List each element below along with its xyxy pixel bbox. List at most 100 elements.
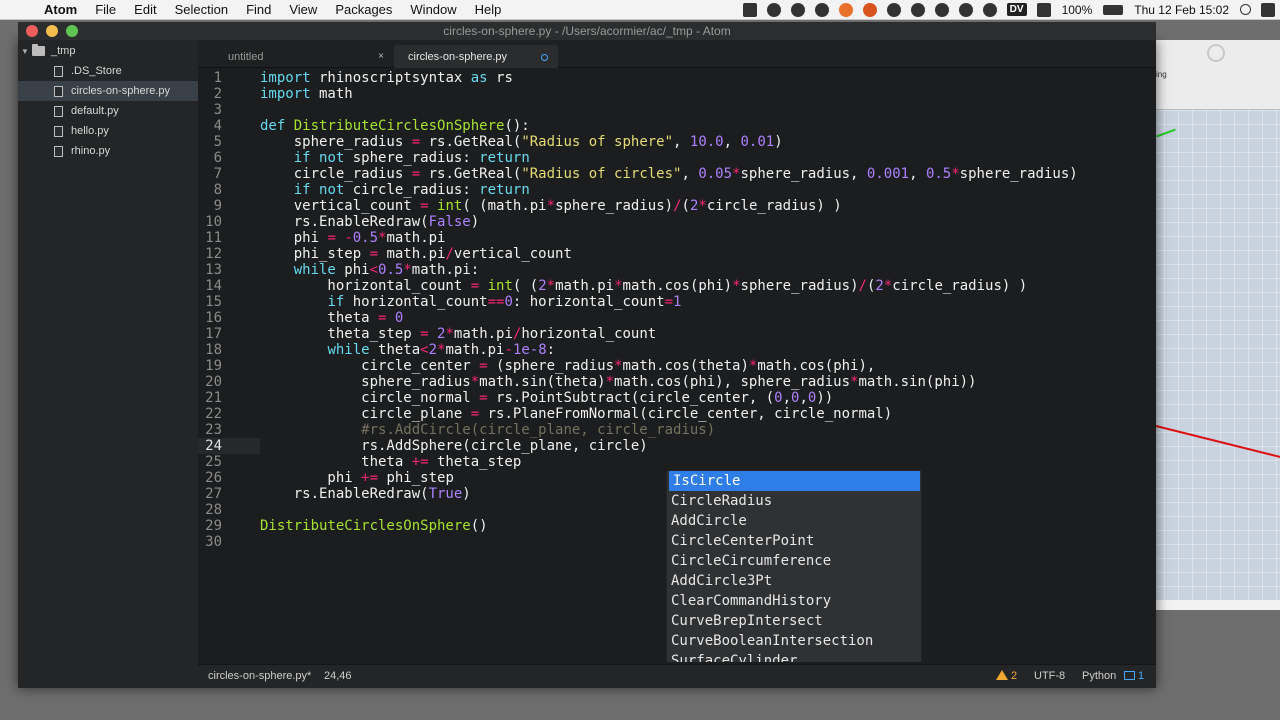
line-number[interactable]: 15 [198,294,242,310]
line-number[interactable]: 25 [198,454,242,470]
code-line[interactable]: if horizontal_count==0: horizontal_count… [260,294,681,310]
autocomplete-suggestion[interactable]: CircleCircumference [667,551,921,571]
line-number[interactable]: 4 [198,118,242,134]
code-line[interactable]: phi = -0.5*math.pi [260,230,446,246]
line-number[interactable]: 22 [198,406,242,422]
flower-icon[interactable] [838,2,853,17]
menu-view[interactable]: View [280,2,326,17]
chevron-down-icon[interactable]: ▼ [18,47,32,56]
line-number[interactable]: 10 [198,214,242,230]
line-number[interactable]: 30 [198,534,242,550]
line-number[interactable]: 12 [198,246,242,262]
code-line[interactable]: rs.AddSphere(circle_plane, circle) [260,438,648,454]
battery-icon[interactable] [1103,4,1124,15]
status-cursor-position[interactable]: 24,46 [324,670,352,682]
status-encoding[interactable]: UTF-8 [1034,670,1065,682]
tree-item-rhino[interactable]: rhino.py [18,141,198,161]
code-line[interactable]: circle_center = (sphere_radius*math.cos(… [260,358,875,374]
volume-icon[interactable] [1036,2,1051,17]
autocomplete-suggestion[interactable]: CircleCenterPoint [667,531,921,551]
autocomplete-suggestion[interactable]: CircleRadius [667,491,921,511]
line-number[interactable]: 16 [198,310,242,326]
tree-item-circles-on-sphere[interactable]: circles-on-sphere.py [18,81,198,101]
line-number[interactable]: 23 [198,422,242,438]
bluetooth-icon[interactable] [982,2,997,17]
menu-edit[interactable]: Edit [125,2,165,17]
line-number[interactable]: 27 [198,486,242,502]
autocomplete-suggestion[interactable]: IsCircle [669,471,920,491]
autocomplete-suggestion[interactable]: CurveBooleanIntersection [667,631,921,651]
code-line[interactable]: import rhinoscriptsyntax as rs [260,70,513,86]
status-packages[interactable]: 1 [1124,670,1144,682]
line-number[interactable]: 20 [198,374,242,390]
clock[interactable]: Thu 12 Feb 15:02 [1128,3,1235,17]
code-line[interactable]: def DistributeCirclesOnSphere(): [260,118,530,134]
line-number[interactable]: 7 [198,166,242,182]
code-line[interactable]: import math [260,86,353,102]
code-line[interactable]: circle_radius = rs.GetReal("Radius of ci… [260,166,1078,182]
code-line[interactable]: circle_normal = rs.PointSubtract(circle_… [260,390,833,406]
close-icon[interactable]: × [378,51,384,62]
line-number[interactable]: 18 [198,342,242,358]
code-line[interactable]: sphere_radius = rs.GetReal("Radius of sp… [260,134,783,150]
viewport-grid[interactable] [1150,110,1280,600]
line-number[interactable]: 11 [198,230,242,246]
screen-icon[interactable] [742,2,757,17]
sync-icon[interactable] [814,2,829,17]
code-line[interactable]: sphere_radius*math.sin(theta)*math.cos(p… [260,374,976,390]
modified-indicator-icon[interactable] [541,54,548,61]
code-editor[interactable]: 1 2 3 4 5 6 7 8 9 10 11 12 13 14 15 16 17 18 19 20 21 22 23 24 2… [198,68,1156,662]
sun-icon[interactable] [862,2,877,17]
code-line[interactable]: phi_step = math.pi/vertical_count [260,246,572,262]
tab-circles-on-sphere[interactable]: circles-on-sphere.py [394,45,558,68]
line-number[interactable]: 5 [198,134,242,150]
line-number[interactable]: 28 [198,502,242,518]
autocomplete-suggestion[interactable]: CurveBrepIntersect [667,611,921,631]
cloud-icon[interactable] [886,2,901,17]
code-line[interactable]: while phi<0.5*math.pi: [260,262,479,278]
code-line[interactable]: horizontal_count = int( (2*math.pi*math.… [260,278,1027,294]
line-number[interactable]: 19 [198,358,242,374]
line-number[interactable]: 17 [198,326,242,342]
notification-center-icon[interactable] [1261,2,1275,17]
line-number[interactable]: 9 [198,198,242,214]
autocomplete-popup[interactable]: IsCircle CircleRadius AddCircle CircleCente… [666,470,922,662]
line-number[interactable]: 8 [198,182,242,198]
tree-item-default[interactable]: default.py [18,101,198,121]
status-grammar[interactable]: Python [1082,670,1116,682]
tree-item-hello[interactable]: hello.py [18,121,198,141]
code-line[interactable]: rs.EnableRedraw(True) [260,486,471,502]
menu-packages[interactable]: Packages [326,2,401,17]
line-number[interactable]: 13 [198,262,242,278]
autocomplete-suggestion[interactable]: AddCircle [667,511,921,531]
code-line[interactable]: #rs.AddCircle(circle_plane, circle_radiu… [260,422,715,438]
menu-help[interactable]: Help [466,2,511,17]
menu-selection[interactable]: Selection [166,2,237,17]
tree-root-folder[interactable]: ▼ _tmp [18,41,198,61]
atom-title-bar[interactable]: circles-on-sphere.py - /Users/acormier/a… [18,22,1156,40]
line-number[interactable]: 29 [198,518,242,534]
timemachine-icon[interactable] [934,2,949,17]
code-line[interactable]: theta_step = 2*math.pi/horizontal_count [260,326,656,342]
code-line[interactable]: if not sphere_radius: return [260,150,530,166]
status-warnings[interactable]: 2 [996,670,1017,682]
code-line[interactable]: DistributeCirclesOnSphere() [260,518,488,534]
code-line[interactable]: vertical_count = int( (math.pi*sphere_ra… [260,198,842,214]
chat-icon[interactable] [766,2,781,17]
autocomplete-suggestion[interactable]: ClearCommandHistory [667,591,921,611]
tab-untitled[interactable]: untitled × [202,45,392,68]
code-line[interactable]: if not circle_radius: return [260,182,530,198]
dropbox-icon[interactable] [790,2,805,17]
code-line[interactable]: theta = 0 [260,310,403,326]
status-file-name[interactable]: circles-on-sphere.py* [208,670,311,682]
autocomplete-suggestion[interactable]: SurfaceCylinder [667,651,921,662]
line-number[interactable]: 3 [198,102,242,118]
line-number[interactable]: 14 [198,278,242,294]
menu-app-name[interactable]: Atom [40,2,86,17]
code-line[interactable]: while theta<2*math.pi-1e-8: [260,342,555,358]
eye-icon[interactable] [910,2,925,17]
autocomplete-suggestion[interactable]: AddCircle3Pt [667,571,921,591]
line-number[interactable]: 6 [198,150,242,166]
spotlight-icon[interactable] [1240,4,1251,15]
line-number[interactable]: 24 [198,438,242,454]
